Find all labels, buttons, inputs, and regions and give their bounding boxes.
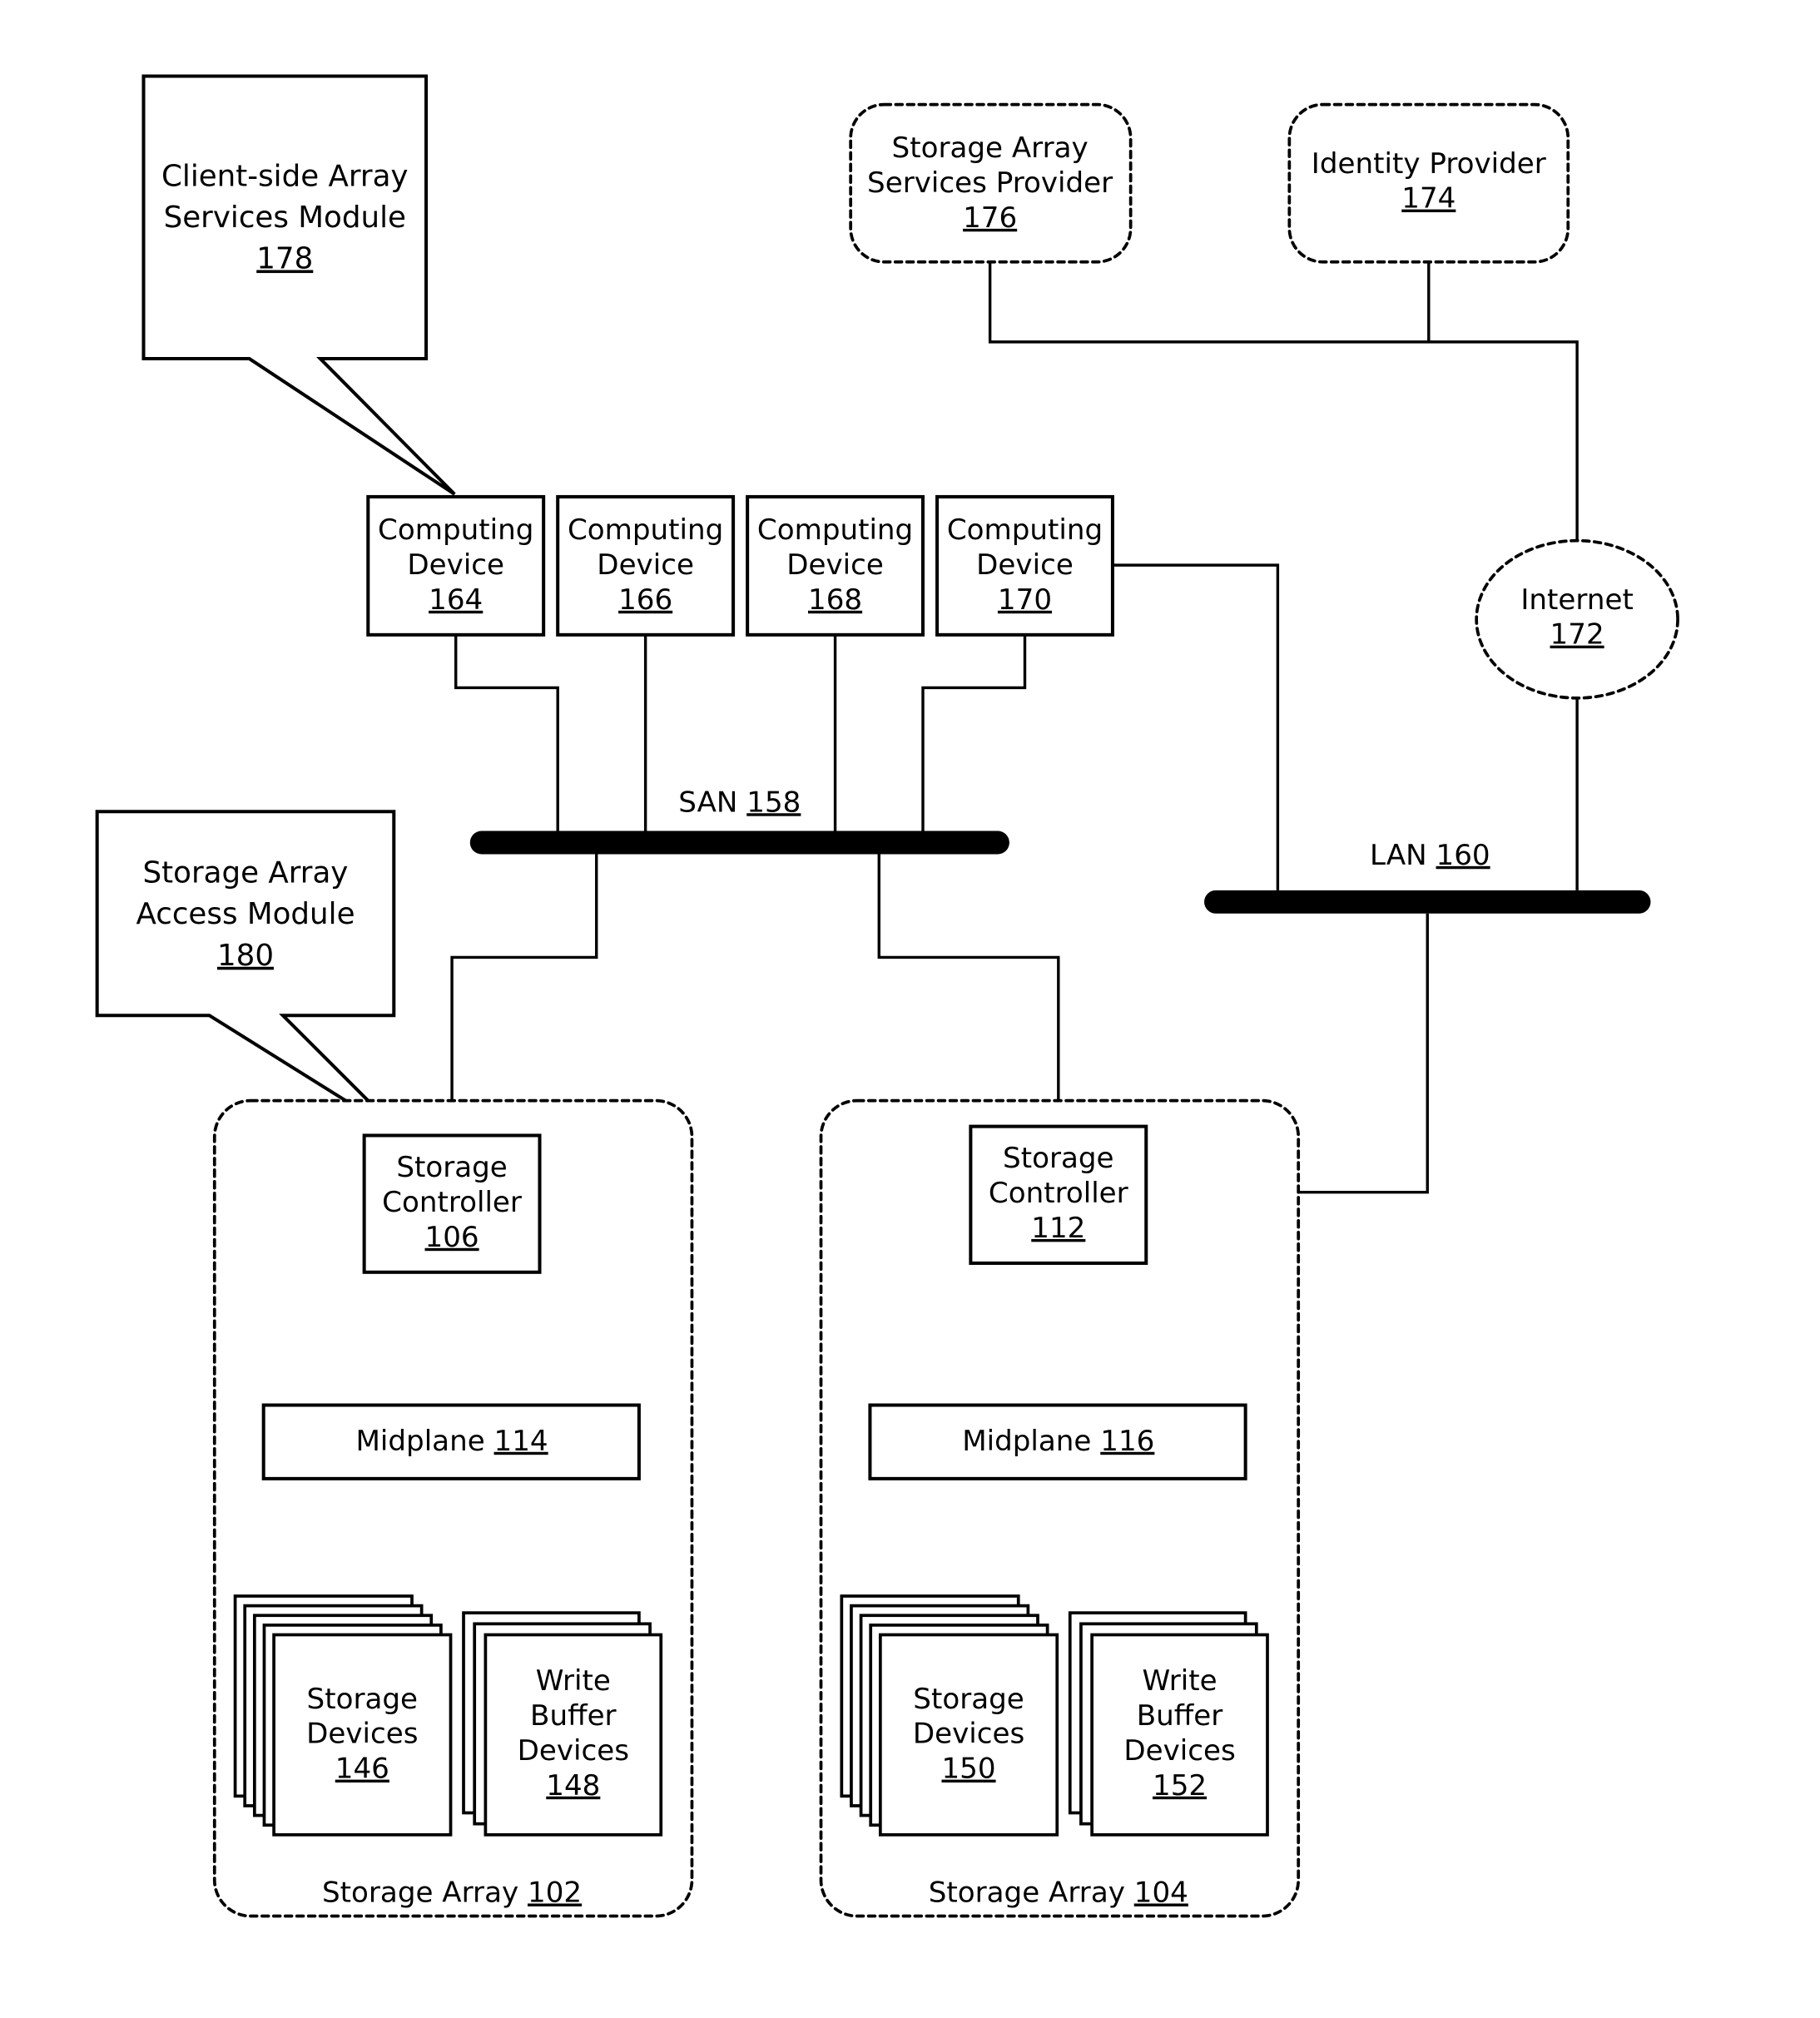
storage-array-104-write-buffer-devices-152-text-line: Devices	[1123, 1734, 1235, 1768]
storage-array-102-label-label: Storage Array	[322, 1876, 528, 1909]
storage-array-104-midplane-label-ref-number: 116	[1100, 1425, 1154, 1458]
storage-array-102-controller-text-line: Controller	[382, 1186, 523, 1219]
callout-client-side-array-services-module-text-line: Services Module	[164, 201, 406, 235]
san-label-text: SAN 158	[678, 786, 801, 819]
storage-array-104-storage-devices-150-text-ref-number: 150	[941, 1753, 995, 1786]
storage-array-102-midplane-label-text: Midplane 114	[355, 1425, 548, 1458]
storage-array-102-write-buffer-devices-148-text-line: Buffer	[530, 1699, 617, 1733]
computing-device-164-text-line: Computing	[378, 513, 533, 547]
callout-storage-array-access-module-text-line: Storage Array	[143, 856, 349, 890]
storage-array-102-storage-devices-146-text-line: Devices	[306, 1718, 418, 1751]
storage-array-104-controller-text-ref-number: 112	[1031, 1212, 1085, 1245]
computing-device-168-text-line: Computing	[757, 513, 913, 547]
callout-storage-array-access-module-text-ref-number: 180	[217, 939, 274, 973]
computing-device-166-text-line: Device	[597, 548, 694, 582]
callout-client-side-array-services-module-text-line: Client-side Array	[161, 159, 409, 193]
device-170-to-san-line	[921, 634, 1027, 833]
internet-text-ref-number: 172	[1550, 618, 1604, 652]
computing-device-168-text-ref-number: 168	[808, 583, 862, 617]
san-to-controller-112-line	[877, 854, 1060, 1127]
san-label-label: SAN	[678, 786, 746, 819]
identity-provider-text-line: Identity Provider	[1312, 147, 1547, 181]
storage-array-104-midplane-label-text: Midplane 116	[962, 1425, 1154, 1458]
computing-device-164-text-ref-number: 164	[429, 583, 483, 617]
storage-array-102-write-buffer-devices-148-text-line: Devices	[518, 1734, 629, 1768]
storage-array-102-midplane-label-ref-number: 114	[494, 1425, 548, 1458]
computing-device-170-text-line: Device	[976, 548, 1074, 582]
computing-device-168-text-line: Device	[786, 548, 884, 582]
storage-array-102-controller-text-ref-number: 106	[425, 1221, 479, 1254]
storage-array-104-storage-devices-150-text-line: Devices	[913, 1718, 1024, 1751]
storage-array-104-write-buffer-devices-152-text-ref-number: 152	[1153, 1769, 1207, 1802]
storage-array-104-storage-devices-150-text-line: Storage	[913, 1683, 1024, 1716]
computing-device-166-text-line: Computing	[568, 513, 723, 547]
storage-array-104-midplane-label: Midplane 116	[962, 1425, 1154, 1458]
computing-device-170-text-ref-number: 170	[998, 583, 1052, 617]
storage-array-104-controller-text-line: Storage	[1003, 1142, 1113, 1175]
storage-array-services-provider-text-line: Storage Array	[892, 131, 1089, 165]
storage-array-services-provider-text-line: Services Provider	[867, 166, 1113, 200]
lan-label: LAN 160	[1370, 839, 1490, 872]
storage-array-102-label: Storage Array 102	[322, 1876, 582, 1909]
computing-device-170-text-line: Computing	[947, 513, 1103, 547]
storage-array-102-label-text: Storage Array 102	[322, 1876, 582, 1909]
diagram-nodes: SAN 158 LAN 160 Client-side Array Services …	[95, 74, 1679, 1918]
lan-label-ref-number: 160	[1436, 839, 1490, 872]
lan-label-label: LAN	[1370, 839, 1436, 872]
callout-client-side-array-services-module-text-ref-number: 178	[256, 242, 313, 276]
identity-provider-text-ref-number: 174	[1401, 182, 1456, 216]
storage-array-102-label-ref-number: 102	[528, 1876, 582, 1909]
storage-array-104-controller-text-line: Controller	[989, 1177, 1129, 1210]
storage-array-104-label-ref-number: 104	[1134, 1876, 1188, 1909]
storage-array-104-write-buffer-devices-152-text-line: Write	[1143, 1664, 1217, 1698]
san-to-controller-106-line	[450, 854, 598, 1136]
computing-device-164-text-line: Device	[407, 548, 504, 582]
storage-array-102-midplane-label: Midplane 114	[355, 1425, 548, 1458]
san-label-ref-number: 158	[746, 786, 801, 819]
storage-array-104-write-buffer-devices-152-text-line: Buffer	[1137, 1699, 1224, 1733]
san-label: SAN 158	[678, 786, 801, 819]
storage-array-102-write-buffer-devices-148-text-ref-number: 148	[546, 1769, 600, 1802]
storage-array-102-controller-text-line: Storage	[396, 1151, 507, 1184]
storage-array-102-midplane-label-label: Midplane	[355, 1425, 493, 1458]
device-170-to-lan-line	[1112, 563, 1280, 890]
storage-array-102-storage-devices-146-text-ref-number: 146	[335, 1753, 389, 1786]
lan-label-text: LAN 160	[1370, 839, 1490, 872]
storage-array-102-write-buffer-devices-148-text-line: Write	[536, 1664, 611, 1698]
storage-array-104-label-label: Storage Array	[929, 1876, 1134, 1909]
storage-array-services-provider-text-ref-number: 176	[963, 201, 1017, 235]
storage-array-102-storage-devices-146-text-line: Storage	[307, 1683, 418, 1716]
storage-array-104-label: Storage Array 104	[929, 1876, 1188, 1909]
internet-text-line: Internet	[1520, 583, 1633, 617]
storage-array-104-midplane-label-label: Midplane	[962, 1425, 1100, 1458]
storage-system-diagram: SAN 158 LAN 160 Client-side Array Services …	[95, 74, 1679, 1918]
device-164-to-san-line	[454, 634, 559, 833]
computing-device-166-text-ref-number: 166	[618, 583, 672, 617]
storage-array-104-label-text: Storage Array 104	[929, 1876, 1188, 1909]
callout-client-side-array-services-module	[141, 74, 456, 496]
callout-storage-array-access-module-text-line: Access Module	[136, 897, 355, 931]
